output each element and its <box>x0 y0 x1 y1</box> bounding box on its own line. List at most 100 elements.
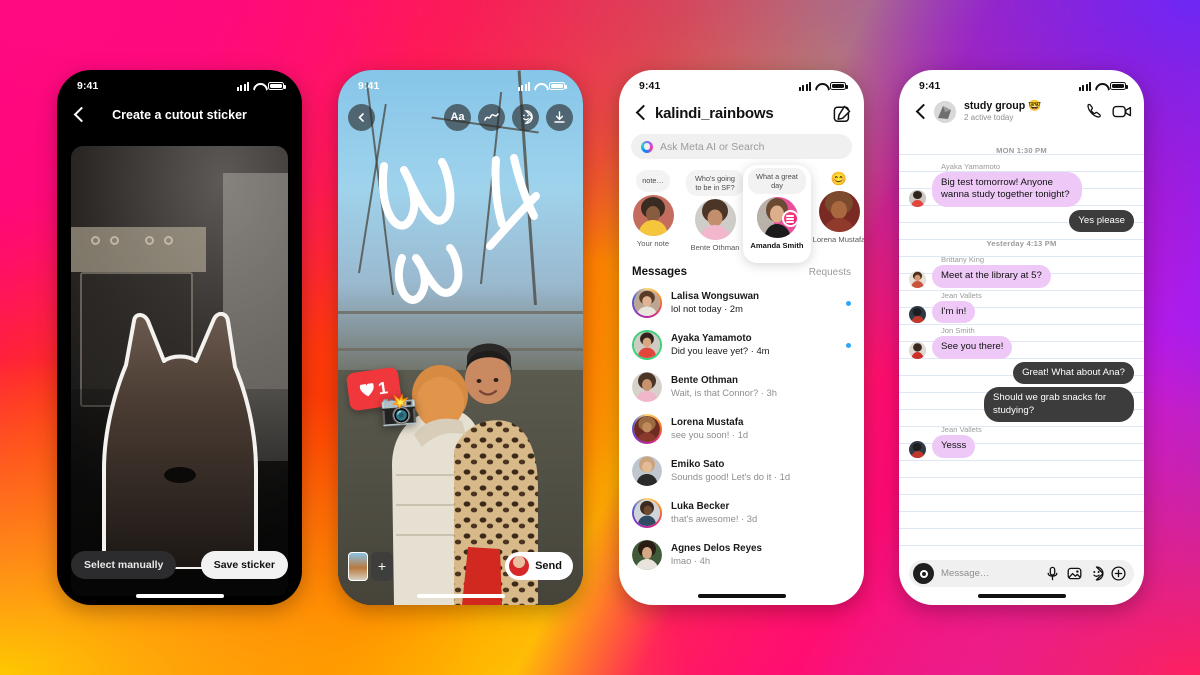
conversation-preview: lmao · 4h <box>671 555 711 567</box>
back-chevron-icon[interactable] <box>631 102 647 124</box>
conversation-name: Bente Othman <box>671 375 738 387</box>
avatar <box>818 191 860 232</box>
status-bar: 9:41 <box>338 70 583 96</box>
message-bubble: Big test tomorrow! Anyone wanna study to… <box>932 172 1082 207</box>
battery-icon <box>549 81 567 91</box>
status-time: 9:41 <box>77 80 99 92</box>
avatar <box>909 440 926 458</box>
dog-cutout-silhouette <box>94 269 266 569</box>
list-item[interactable]: Agnes Delos Reyes lmao · 4h <box>630 534 853 576</box>
message-sender: Jean Vallets <box>941 425 982 435</box>
back-chevron-icon[interactable] <box>911 101 926 123</box>
message-sender: Ayaka Yamamoto <box>941 162 1001 171</box>
conversation-preview: that's awesome! · 3d <box>671 513 758 525</box>
conversation-list: Lalisa Wongsuwan lol not today · 2m Ayak… <box>619 282 864 576</box>
send-button[interactable]: Send <box>505 552 573 580</box>
sticker-icon[interactable] <box>1089 566 1104 581</box>
avatar <box>909 270 926 288</box>
conversation-preview: Wait, is that Connor? · 3h <box>671 387 777 399</box>
select-manually-button[interactable]: Select manually <box>71 551 177 579</box>
notes-row[interactable]: note… Your note Who's going to be in SF?… <box>619 165 864 263</box>
compose-pencil-icon[interactable] <box>833 104 852 123</box>
notes-badge-icon <box>781 210 798 228</box>
status-bar: 9:41 <box>619 70 864 96</box>
note-bubble: 😊 <box>830 170 848 186</box>
battery-icon <box>830 81 848 91</box>
search-placeholder: Ask Meta AI or Search <box>660 140 765 153</box>
conversation-preview: Sounds good! Let's do it · 1d <box>671 471 791 483</box>
note-item-bente[interactable]: Who's going to be in SF? Bente Othman <box>685 168 745 260</box>
photo-icon[interactable] <box>1067 566 1082 581</box>
list-item[interactable]: Luka Becker that's awesome! · 3d <box>630 492 853 534</box>
page-title: Create a cutout sticker <box>112 108 247 122</box>
list-item[interactable]: Emiko Sato Sounds good! Let's do it · 1d <box>630 450 853 492</box>
text-tool-button[interactable]: Aa <box>444 103 471 131</box>
note-item-lorena[interactable]: 😊 Lorena Mustafa <box>809 168 864 260</box>
phone-call-icon[interactable] <box>1085 103 1104 120</box>
avatar <box>909 341 926 359</box>
conversation-preview: see you soon! · 1d <box>671 429 749 441</box>
plus-circle-icon[interactable] <box>1111 566 1126 581</box>
requests-link[interactable]: Requests <box>809 267 851 278</box>
list-item[interactable]: Lalisa Wongsuwan lol not today · 2m <box>630 282 853 324</box>
camera-circle-icon[interactable] <box>913 563 934 584</box>
signal-bars-icon <box>1079 81 1091 91</box>
conversation-preview: Did you leave yet? · 4m <box>671 345 770 357</box>
day-separator: MON 1:30 PM <box>996 146 1047 155</box>
message-composer[interactable]: Message… <box>909 560 1134 587</box>
conversation-name: Lorena Mustafa <box>671 417 744 429</box>
signal-bars-icon <box>237 81 249 91</box>
note-bubble: note… <box>636 170 670 192</box>
chat-thread[interactable]: MON 1:30 PM Ayaka Yamamoto Big test tomo… <box>899 138 1144 559</box>
video-camera-icon[interactable] <box>1112 103 1132 120</box>
recipient-avatar <box>509 556 530 576</box>
messages-section-header: Messages Requests <box>619 260 864 282</box>
send-label: Send <box>535 560 562 572</box>
message-bubble: Meet at the library at 5? <box>932 265 1051 288</box>
draw-tool-button[interactable] <box>478 103 505 131</box>
download-icon[interactable] <box>546 103 573 131</box>
status-time: 9:41 <box>919 80 941 92</box>
note-item-amanda[interactable]: What a great day Amanda Smith <box>743 165 811 263</box>
avatar <box>632 195 674 236</box>
phone-story-editor: 1 📸 9:41 Aa + Send <box>338 70 583 605</box>
search-input[interactable]: Ask Meta AI or Search <box>631 134 852 159</box>
conversation-name: Lalisa Wongsuwan <box>671 291 760 303</box>
note-bubble: What a great day <box>748 168 806 195</box>
note-item-your-note[interactable]: note… Your note <box>623 168 683 260</box>
camera-flash-sticker[interactable]: 📸 <box>379 392 419 428</box>
back-chevron-icon[interactable] <box>69 104 91 126</box>
home-indicator <box>416 594 505 598</box>
save-sticker-button[interactable]: Save sticker <box>200 551 288 579</box>
sticker-face-icon[interactable] <box>512 103 539 131</box>
story-canvas[interactable]: 1 📸 <box>338 70 583 605</box>
group-avatar[interactable] <box>934 100 956 123</box>
phone-group-chat: 9:41 study group 🤓 2 active today MON 1:… <box>899 70 1144 605</box>
inbox-username[interactable]: kalindi_rainbows <box>655 105 825 122</box>
list-item[interactable]: Bente Othman Wait, is that Connor? · 3h <box>630 366 853 408</box>
message-bubble: Should we grab snacks for studying? <box>984 387 1134 423</box>
conversation-name: Luka Becker <box>671 501 730 513</box>
back-chevron-icon[interactable] <box>348 103 375 131</box>
message-sender: Jon Smith <box>941 326 975 336</box>
list-item[interactable]: Ayaka Yamamoto Did you leave yet? · 4m <box>630 324 853 366</box>
avatar <box>694 199 736 241</box>
note-label: Amanda Smith <box>750 241 804 251</box>
messages-label: Messages <box>632 266 687 278</box>
status-bar: 9:41 <box>899 70 1144 96</box>
battery-icon <box>1110 81 1128 91</box>
cutout-photo[interactable] <box>71 146 288 596</box>
unread-dot <box>846 300 851 306</box>
story-thumbnail[interactable] <box>348 551 368 581</box>
signal-bars-icon <box>518 81 530 91</box>
list-item[interactable]: Lorena Mustafa see you soon! · 1d <box>630 408 853 450</box>
meta-ai-ring-icon <box>641 140 653 153</box>
note-label: Your note <box>636 239 670 248</box>
phone-direct-inbox: 9:41 kalindi_rainbows Ask Meta AI or Sea… <box>619 70 864 605</box>
wifi-icon <box>815 82 826 91</box>
add-media-button[interactable]: + <box>371 551 393 581</box>
microphone-icon[interactable] <box>1045 566 1060 581</box>
message-bubble: Yesss <box>932 435 976 458</box>
day-separator: Yesterday 4:13 PM <box>986 239 1057 249</box>
message-input-placeholder[interactable]: Message… <box>941 568 1038 579</box>
